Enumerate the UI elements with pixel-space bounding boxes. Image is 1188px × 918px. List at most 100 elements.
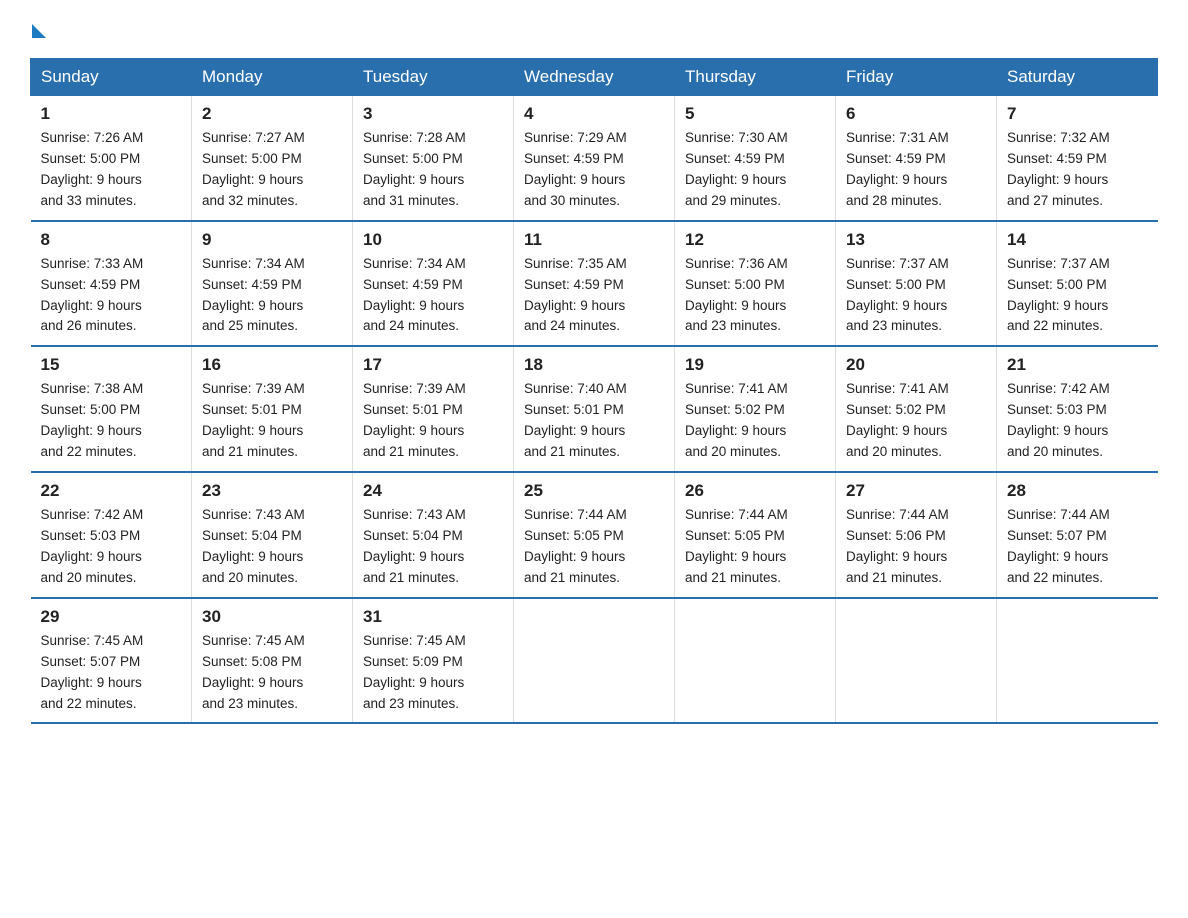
calendar-cell: 4 Sunrise: 7:29 AMSunset: 4:59 PMDayligh… (514, 96, 675, 221)
day-number: 29 (41, 607, 182, 627)
logo (30, 20, 46, 40)
header-thursday: Thursday (675, 59, 836, 96)
calendar-cell (675, 598, 836, 724)
calendar-cell: 15 Sunrise: 7:38 AMSunset: 5:00 PMDaylig… (31, 346, 192, 472)
day-number: 22 (41, 481, 182, 501)
day-info: Sunrise: 7:39 AMSunset: 5:01 PMDaylight:… (202, 381, 305, 459)
calendar-cell (836, 598, 997, 724)
day-info: Sunrise: 7:34 AMSunset: 4:59 PMDaylight:… (202, 256, 305, 334)
calendar-cell: 16 Sunrise: 7:39 AMSunset: 5:01 PMDaylig… (192, 346, 353, 472)
day-number: 28 (1007, 481, 1148, 501)
calendar-cell: 3 Sunrise: 7:28 AMSunset: 5:00 PMDayligh… (353, 96, 514, 221)
logo-arrow-icon (32, 24, 46, 38)
calendar-cell: 29 Sunrise: 7:45 AMSunset: 5:07 PMDaylig… (31, 598, 192, 724)
day-info: Sunrise: 7:36 AMSunset: 5:00 PMDaylight:… (685, 256, 788, 334)
day-info: Sunrise: 7:45 AMSunset: 5:07 PMDaylight:… (41, 633, 144, 711)
calendar-header-row: SundayMondayTuesdayWednesdayThursdayFrid… (31, 59, 1158, 96)
day-info: Sunrise: 7:44 AMSunset: 5:05 PMDaylight:… (524, 507, 627, 585)
calendar-cell: 26 Sunrise: 7:44 AMSunset: 5:05 PMDaylig… (675, 472, 836, 598)
header-sunday: Sunday (31, 59, 192, 96)
day-number: 4 (524, 104, 664, 124)
calendar-cell: 28 Sunrise: 7:44 AMSunset: 5:07 PMDaylig… (997, 472, 1158, 598)
calendar-week-row: 8 Sunrise: 7:33 AMSunset: 4:59 PMDayligh… (31, 221, 1158, 347)
day-number: 10 (363, 230, 503, 250)
calendar-cell: 2 Sunrise: 7:27 AMSunset: 5:00 PMDayligh… (192, 96, 353, 221)
calendar-cell: 20 Sunrise: 7:41 AMSunset: 5:02 PMDaylig… (836, 346, 997, 472)
day-info: Sunrise: 7:38 AMSunset: 5:00 PMDaylight:… (41, 381, 144, 459)
calendar-cell: 18 Sunrise: 7:40 AMSunset: 5:01 PMDaylig… (514, 346, 675, 472)
day-info: Sunrise: 7:35 AMSunset: 4:59 PMDaylight:… (524, 256, 627, 334)
day-number: 25 (524, 481, 664, 501)
calendar-cell: 17 Sunrise: 7:39 AMSunset: 5:01 PMDaylig… (353, 346, 514, 472)
day-info: Sunrise: 7:31 AMSunset: 4:59 PMDaylight:… (846, 130, 949, 208)
calendar-cell: 12 Sunrise: 7:36 AMSunset: 5:00 PMDaylig… (675, 221, 836, 347)
day-info: Sunrise: 7:42 AMSunset: 5:03 PMDaylight:… (41, 507, 144, 585)
day-number: 8 (41, 230, 182, 250)
calendar-cell: 24 Sunrise: 7:43 AMSunset: 5:04 PMDaylig… (353, 472, 514, 598)
calendar-table: SundayMondayTuesdayWednesdayThursdayFrid… (30, 58, 1158, 724)
calendar-cell (997, 598, 1158, 724)
calendar-cell (514, 598, 675, 724)
day-number: 5 (685, 104, 825, 124)
calendar-cell: 27 Sunrise: 7:44 AMSunset: 5:06 PMDaylig… (836, 472, 997, 598)
day-number: 24 (363, 481, 503, 501)
calendar-week-row: 22 Sunrise: 7:42 AMSunset: 5:03 PMDaylig… (31, 472, 1158, 598)
calendar-cell: 7 Sunrise: 7:32 AMSunset: 4:59 PMDayligh… (997, 96, 1158, 221)
day-info: Sunrise: 7:43 AMSunset: 5:04 PMDaylight:… (363, 507, 466, 585)
day-info: Sunrise: 7:33 AMSunset: 4:59 PMDaylight:… (41, 256, 144, 334)
day-info: Sunrise: 7:30 AMSunset: 4:59 PMDaylight:… (685, 130, 788, 208)
day-info: Sunrise: 7:26 AMSunset: 5:00 PMDaylight:… (41, 130, 144, 208)
day-number: 18 (524, 355, 664, 375)
day-number: 7 (1007, 104, 1148, 124)
calendar-cell: 23 Sunrise: 7:43 AMSunset: 5:04 PMDaylig… (192, 472, 353, 598)
day-info: Sunrise: 7:45 AMSunset: 5:08 PMDaylight:… (202, 633, 305, 711)
day-number: 16 (202, 355, 342, 375)
calendar-week-row: 15 Sunrise: 7:38 AMSunset: 5:00 PMDaylig… (31, 346, 1158, 472)
calendar-cell: 6 Sunrise: 7:31 AMSunset: 4:59 PMDayligh… (836, 96, 997, 221)
calendar-cell: 1 Sunrise: 7:26 AMSunset: 5:00 PMDayligh… (31, 96, 192, 221)
day-number: 1 (41, 104, 182, 124)
calendar-cell: 5 Sunrise: 7:30 AMSunset: 4:59 PMDayligh… (675, 96, 836, 221)
header-wednesday: Wednesday (514, 59, 675, 96)
day-info: Sunrise: 7:37 AMSunset: 5:00 PMDaylight:… (846, 256, 949, 334)
day-number: 19 (685, 355, 825, 375)
day-number: 6 (846, 104, 986, 124)
day-info: Sunrise: 7:43 AMSunset: 5:04 PMDaylight:… (202, 507, 305, 585)
header-tuesday: Tuesday (353, 59, 514, 96)
calendar-cell: 21 Sunrise: 7:42 AMSunset: 5:03 PMDaylig… (997, 346, 1158, 472)
day-info: Sunrise: 7:44 AMSunset: 5:05 PMDaylight:… (685, 507, 788, 585)
calendar-cell: 19 Sunrise: 7:41 AMSunset: 5:02 PMDaylig… (675, 346, 836, 472)
header-friday: Friday (836, 59, 997, 96)
day-info: Sunrise: 7:40 AMSunset: 5:01 PMDaylight:… (524, 381, 627, 459)
calendar-cell: 8 Sunrise: 7:33 AMSunset: 4:59 PMDayligh… (31, 221, 192, 347)
day-number: 9 (202, 230, 342, 250)
day-number: 30 (202, 607, 342, 627)
day-number: 17 (363, 355, 503, 375)
page-header (30, 20, 1158, 40)
day-number: 15 (41, 355, 182, 375)
calendar-cell: 30 Sunrise: 7:45 AMSunset: 5:08 PMDaylig… (192, 598, 353, 724)
calendar-cell: 22 Sunrise: 7:42 AMSunset: 5:03 PMDaylig… (31, 472, 192, 598)
calendar-cell: 11 Sunrise: 7:35 AMSunset: 4:59 PMDaylig… (514, 221, 675, 347)
calendar-cell: 31 Sunrise: 7:45 AMSunset: 5:09 PMDaylig… (353, 598, 514, 724)
day-number: 21 (1007, 355, 1148, 375)
calendar-cell: 25 Sunrise: 7:44 AMSunset: 5:05 PMDaylig… (514, 472, 675, 598)
calendar-cell: 14 Sunrise: 7:37 AMSunset: 5:00 PMDaylig… (997, 221, 1158, 347)
day-number: 3 (363, 104, 503, 124)
calendar-week-row: 29 Sunrise: 7:45 AMSunset: 5:07 PMDaylig… (31, 598, 1158, 724)
header-monday: Monday (192, 59, 353, 96)
day-number: 13 (846, 230, 986, 250)
day-info: Sunrise: 7:28 AMSunset: 5:00 PMDaylight:… (363, 130, 466, 208)
header-saturday: Saturday (997, 59, 1158, 96)
day-number: 23 (202, 481, 342, 501)
day-number: 27 (846, 481, 986, 501)
day-info: Sunrise: 7:44 AMSunset: 5:06 PMDaylight:… (846, 507, 949, 585)
day-number: 11 (524, 230, 664, 250)
calendar-cell: 9 Sunrise: 7:34 AMSunset: 4:59 PMDayligh… (192, 221, 353, 347)
day-info: Sunrise: 7:41 AMSunset: 5:02 PMDaylight:… (846, 381, 949, 459)
day-number: 20 (846, 355, 986, 375)
day-number: 14 (1007, 230, 1148, 250)
day-number: 2 (202, 104, 342, 124)
day-info: Sunrise: 7:45 AMSunset: 5:09 PMDaylight:… (363, 633, 466, 711)
day-number: 12 (685, 230, 825, 250)
